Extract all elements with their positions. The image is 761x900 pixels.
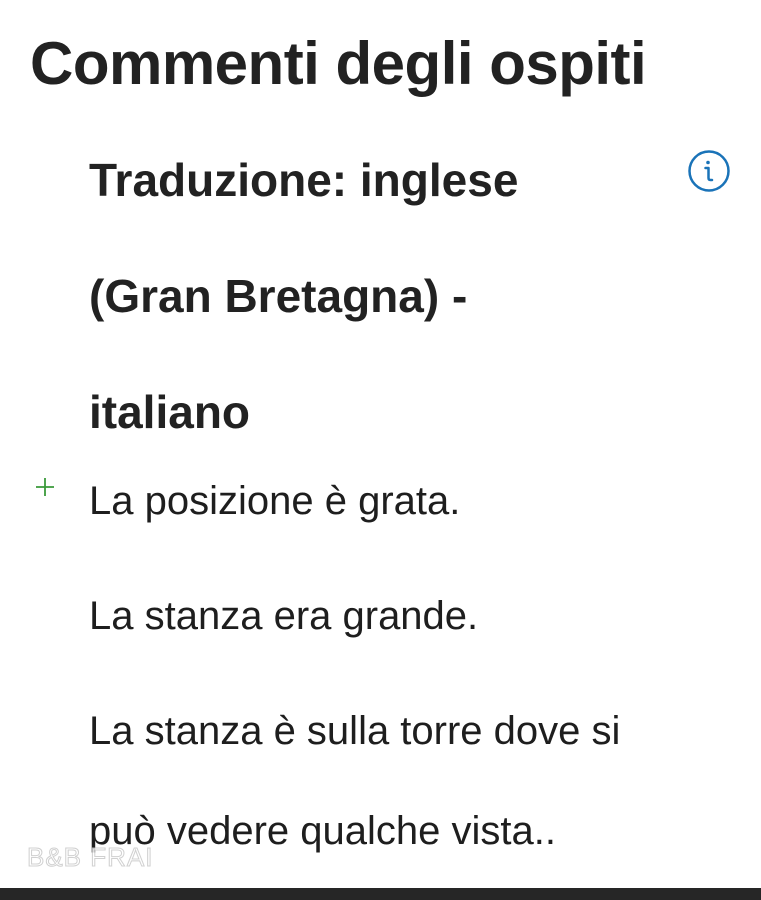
plus-icon [34,476,56,498]
review-line-1: La posizione è grata. [89,479,461,523]
review-line-3: La stanza è sulla torre dove si [89,709,621,753]
info-icon[interactable] [687,149,731,193]
review-line-2: La stanza era grande. [89,594,479,638]
page-title: Commenti degli ospiti [30,30,647,97]
translation-heading-line-3: italiano [89,386,251,438]
bottom-bar [0,888,761,900]
review-line-4: può vedere qualche vista.. [89,809,556,853]
watermark: B&B FRAI [26,842,154,873]
translation-heading-line-1: Traduzione: inglese [89,154,519,206]
translation-heading-line-2: (Gran Bretagna) - [89,270,468,322]
